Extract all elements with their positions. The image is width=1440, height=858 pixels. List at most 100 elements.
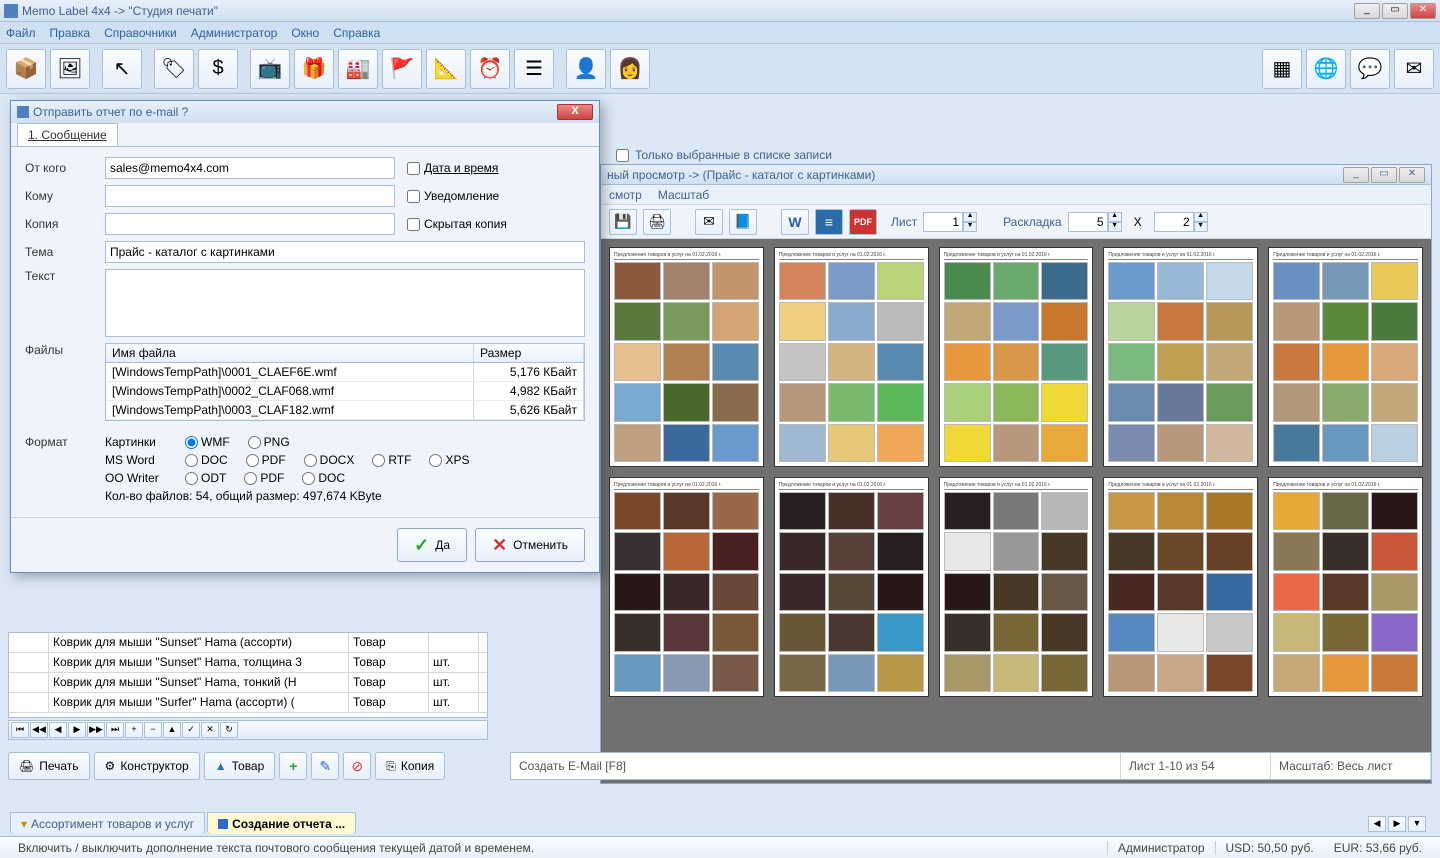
tab-menu[interactable]: ▼ xyxy=(1408,816,1426,832)
menu-window[interactable]: Окно xyxy=(291,26,319,40)
menu-admin[interactable]: Администратор xyxy=(191,26,278,40)
dialog-close-button[interactable]: X xyxy=(557,104,593,120)
page-thumbnail[interactable]: Предложение товаров и услуг на 01.02.201… xyxy=(939,477,1094,697)
cursor-icon[interactable]: ↖ xyxy=(102,49,142,89)
preview-close-button[interactable]: ✕ xyxy=(1399,167,1425,183)
oo-icon[interactable]: ≡ xyxy=(815,209,843,235)
ruler-icon[interactable]: 📐 xyxy=(426,49,466,89)
print-icon[interactable]: 🖨 xyxy=(643,209,671,235)
delete-button[interactable]: ⊘ xyxy=(343,752,371,780)
page-thumbnail[interactable]: Предложение товаров и услуг на 01.02.201… xyxy=(774,247,929,467)
layout-rows-spinner[interactable]: ▲▼ xyxy=(1154,212,1208,232)
nav-refresh[interactable]: ↻ xyxy=(220,722,238,738)
menu-refs[interactable]: Справочники xyxy=(104,26,177,40)
print-button[interactable]: 🖨Печать xyxy=(8,752,90,780)
designer-button[interactable]: ⚙Конструктор xyxy=(94,752,200,780)
list-icon[interactable]: ☰ xyxy=(514,49,554,89)
datetime-checkbox[interactable]: Дата и время xyxy=(407,161,498,175)
dialog-tab-message[interactable]: 1. Сообщение xyxy=(17,123,118,146)
flag-icon[interactable]: 🚩 xyxy=(382,49,422,89)
preview-maximize-button[interactable]: ▭ xyxy=(1371,167,1397,183)
dialog-titlebar[interactable]: Отправить отчет по e-mail ? X xyxy=(11,101,599,123)
mail-icon[interactable]: ✉ xyxy=(1394,49,1434,89)
radio-oo-pdf[interactable]: PDF xyxy=(244,471,284,485)
layout-cols-spinner[interactable]: ▲▼ xyxy=(1068,212,1122,232)
nav-next[interactable]: ▶ xyxy=(68,722,86,738)
radio-rtf[interactable]: RTF xyxy=(372,453,411,467)
gift-icon[interactable]: 🎁 xyxy=(294,49,334,89)
user-female-icon[interactable]: 👩 xyxy=(610,49,650,89)
rows-up[interactable]: ▲ xyxy=(1194,212,1208,222)
table-row[interactable]: Коврик для мыши "Sunset" Hama (ассорти)Т… xyxy=(9,633,487,653)
file-row[interactable]: [WindowsTempPath]\0003_CLAF182.wmf5,626 … xyxy=(106,401,584,420)
nav-cancel[interactable]: ✕ xyxy=(201,722,219,738)
tv-icon[interactable]: 📺 xyxy=(250,49,290,89)
only-selected-checkbox[interactable] xyxy=(616,149,629,162)
nav-edit[interactable]: ▲ xyxy=(163,722,181,738)
radio-odt[interactable]: ODT xyxy=(185,471,226,485)
sheet-value[interactable] xyxy=(923,212,963,232)
stamp-icon[interactable]: ▦ xyxy=(1262,49,1302,89)
cols-up[interactable]: ▲ xyxy=(1108,212,1122,222)
file-row[interactable]: [WindowsTempPath]\0001_CLAEF6E.wmf5,176 … xyxy=(106,363,584,382)
box-icon[interactable]: 📦 xyxy=(6,49,46,89)
page-thumbnail[interactable]: Предложение товаров и услуг на 01.02.201… xyxy=(1103,247,1258,467)
cancel-button[interactable]: ✕Отменить xyxy=(475,528,585,562)
page-thumbnail[interactable]: Предложение товаров и услуг на 01.02.201… xyxy=(1268,477,1423,697)
rows-down[interactable]: ▼ xyxy=(1194,222,1208,232)
tab-next[interactable]: ▶ xyxy=(1388,816,1406,832)
file-row[interactable]: [WindowsTempPath]\0002_CLAF068.wmf4,982 … xyxy=(106,382,584,401)
product-button[interactable]: ▲Товар xyxy=(204,752,276,780)
factory-icon[interactable]: 🏭 xyxy=(338,49,378,89)
close-button[interactable]: ✕ xyxy=(1410,3,1436,19)
tag-icon[interactable]: 🏷 xyxy=(154,49,194,89)
pdf-icon[interactable]: PDF xyxy=(849,209,877,235)
nav-first[interactable]: ⏮ xyxy=(11,722,29,738)
word-icon[interactable]: W xyxy=(781,209,809,235)
layout-cols-value[interactable] xyxy=(1068,212,1108,232)
sheet-up[interactable]: ▲ xyxy=(963,212,977,222)
user-male-icon[interactable]: 👤 xyxy=(566,49,606,89)
page-thumbnail[interactable]: Предложение товаров и услуг на 01.02.201… xyxy=(609,247,764,467)
page-thumbnail[interactable]: Предложение товаров и услуг на 01.02.201… xyxy=(1268,247,1423,467)
sheet-spinner[interactable]: ▲▼ xyxy=(923,212,977,232)
nav-del[interactable]: − xyxy=(144,722,162,738)
cols-down[interactable]: ▼ xyxy=(1108,222,1122,232)
page-thumbnail[interactable]: Предложение товаров и услуг на 01.02.201… xyxy=(609,477,764,697)
save-icon[interactable]: 💾 xyxy=(609,209,637,235)
edit-button[interactable]: ✎ xyxy=(311,752,339,780)
radio-wmf[interactable]: WMF xyxy=(185,435,230,449)
preview-menu-scale[interactable]: Масштаб xyxy=(658,188,709,202)
maximize-button[interactable]: ▭ xyxy=(1382,3,1408,19)
preview-menu-view[interactable]: смотр xyxy=(609,188,642,202)
page-thumbnail[interactable]: Предложение товаров и услуг на 01.02.201… xyxy=(939,247,1094,467)
preview-body[interactable]: Предложение товаров и услуг на 01.02.201… xyxy=(601,239,1431,783)
radio-doc[interactable]: DOC xyxy=(185,453,228,467)
subject-input[interactable] xyxy=(105,241,585,263)
yes-button[interactable]: ✓Да xyxy=(397,528,467,562)
tab-prev[interactable]: ◀ xyxy=(1368,816,1386,832)
chat-icon[interactable]: 💬 xyxy=(1350,49,1390,89)
page-thumbnail[interactable]: Предложение товаров и услуг на 01.02.201… xyxy=(1103,477,1258,697)
dollar-icon[interactable]: $ xyxy=(198,49,238,89)
files-table[interactable]: Имя файлаРазмер [WindowsTempPath]\0001_C… xyxy=(105,343,585,421)
page-thumbnail[interactable]: Предложение товаров и услуг на 01.02.201… xyxy=(774,477,929,697)
to-input[interactable] xyxy=(105,185,395,207)
add-button[interactable]: + xyxy=(279,752,307,780)
radio-docx[interactable]: DOCX xyxy=(304,453,355,467)
radio-pdf[interactable]: PDF xyxy=(246,453,286,467)
radio-xps[interactable]: XPS xyxy=(429,453,469,467)
nav-add[interactable]: + xyxy=(125,722,143,738)
tab-assortment[interactable]: ▾Ассортимент товаров и услуг xyxy=(10,812,205,834)
nav-prev[interactable]: ◀ xyxy=(49,722,67,738)
menu-help[interactable]: Справка xyxy=(333,26,380,40)
clock-icon[interactable]: ⏰ xyxy=(470,49,510,89)
menu-file[interactable]: Файл xyxy=(6,26,36,40)
radio-png[interactable]: PNG xyxy=(248,435,290,449)
globe-icon[interactable]: 🌐 xyxy=(1306,49,1346,89)
radio-oo-doc[interactable]: DOC xyxy=(302,471,345,485)
cc-input[interactable] xyxy=(105,213,395,235)
notify-checkbox[interactable]: Уведомление xyxy=(407,189,499,203)
minimize-button[interactable]: _ xyxy=(1354,3,1380,19)
table-row[interactable]: Коврик для мыши "Sunset" Hama, толщина 3… xyxy=(9,653,487,673)
